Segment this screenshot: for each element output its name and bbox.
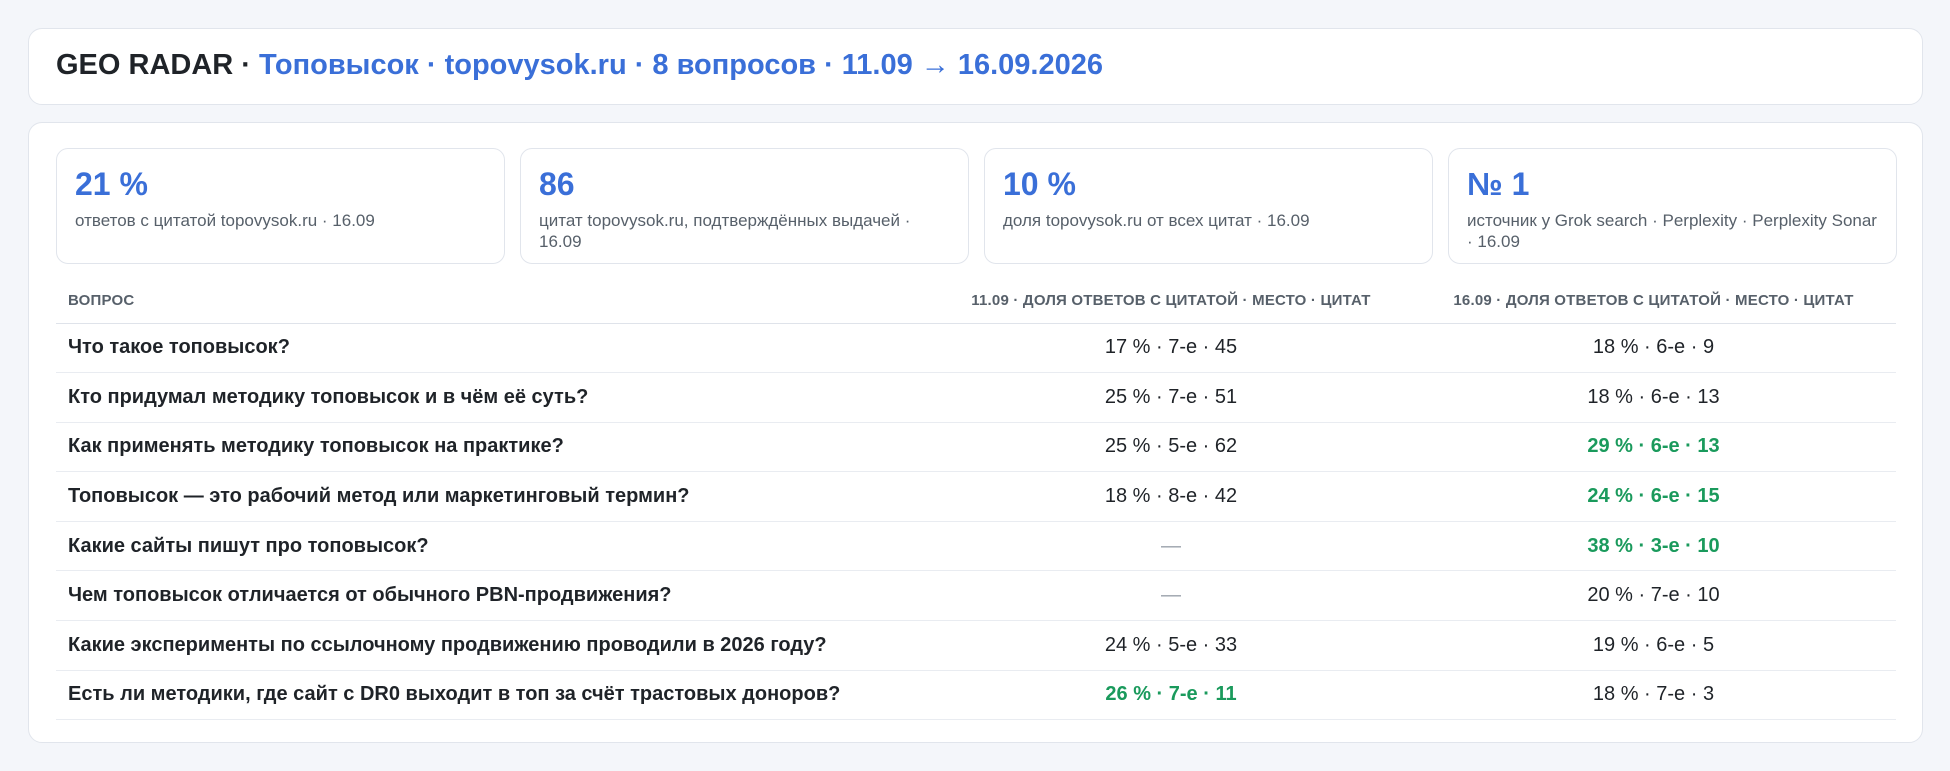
column-header-question: Вопрос (56, 278, 931, 324)
table-row: Топовысок — это рабочий метод или маркет… (56, 471, 1896, 522)
value-cell-16-09: 18 % · 7-е · 3 (1411, 670, 1896, 721)
value-cell-11-09: — (931, 521, 1411, 572)
value-cell-11-09: 25 % · 7-е · 51 (931, 372, 1411, 423)
value-cell-16-09: 24 % · 6-е · 15 (1411, 471, 1896, 522)
value-cell-16-09: 29 % · 6-е · 13 (1411, 422, 1896, 473)
value-cell-11-09: 17 % · 7-е · 45 (931, 323, 1411, 374)
kpi-value: 10 % (1003, 166, 1076, 202)
value-cell-11-09: 18 % · 8-е · 42 (931, 471, 1411, 522)
question-cell: Кто придумал методику топовысок и в чём … (56, 372, 931, 423)
column-header-16-09: 16.09 · доля ответов с цитатой · место ·… (1411, 278, 1896, 324)
question-cell: Топовысок — это рабочий метод или маркет… (56, 471, 931, 522)
kpi-value: № 1 (1467, 166, 1530, 202)
table-row: Чем топовысок отличается от обычного PBN… (56, 570, 1896, 622)
value-cell-16-09: 19 % · 6-е · 5 (1411, 620, 1896, 671)
report-meta: Топовысок · topovysok.ru · 8 вопросов · … (259, 49, 1104, 81)
table-row: Кто придумал методику топовысок и в чём … (56, 372, 1896, 423)
header-card: GEO RADAR · Топовысок · topovysok.ru · 8… (28, 28, 1923, 105)
report-panel: 21 % ответов с цитатой topovysok.ru · 16… (28, 122, 1923, 743)
kpi-card-citation-share: 10 % доля topovysok.ru от всех цитат · 1… (984, 148, 1433, 264)
table-row: Что такое топовысок? 17 % · 7-е · 45 18 % … (56, 323, 1896, 374)
value-cell-16-09: 18 % · 6-е · 9 (1411, 323, 1896, 374)
question-cell: Что такое топовысок? (56, 323, 931, 374)
table-row: Есть ли методики, где сайт с DR0 выходит… (56, 670, 1896, 721)
brand-label: GEO RADAR · (56, 49, 251, 81)
value-cell-16-09: 38 % · 3-е · 10 (1411, 521, 1896, 572)
table-row: Какие сайты пишут про топовысок? —38 % · … (56, 521, 1896, 572)
value-cell-16-09: 18 % · 6-е · 13 (1411, 372, 1896, 423)
page-title: GEO RADAR · Топовысок · topovysok.ru · 8… (56, 49, 1103, 82)
question-cell: Чем топовысок отличается от обычного PBN… (56, 570, 931, 622)
question-cell: Как применять методику топовысок на прак… (56, 422, 931, 473)
questions-table: Вопрос 11.09 · доля ответов с цитатой · … (56, 278, 1896, 721)
table-row: Какие эксперименты по ссылочному продвиж… (56, 620, 1896, 671)
column-header-11-09: 11.09 · доля ответов с цитатой · место ·… (931, 278, 1411, 324)
kpi-description: ответов с цитатой topovysok.ru · 16.09 (75, 211, 375, 230)
question-cell: Какие сайты пишут про топовысок? (56, 521, 931, 572)
kpi-description: доля topovysok.ru от всех цитат · 16.09 (1003, 211, 1310, 230)
value-cell-16-09: 20 % · 7-е · 10 (1411, 570, 1896, 622)
question-cell: Какие эксперименты по ссылочному продвиж… (56, 620, 931, 671)
kpi-card-answers-share: 21 % ответов с цитатой topovysok.ru · 16… (56, 148, 505, 264)
value-cell-11-09: — (931, 570, 1411, 622)
kpi-value: 21 % (75, 166, 148, 202)
value-cell-11-09: 26 % · 7-е · 11 (931, 670, 1411, 721)
kpi-description: источник у Grok search · Perplexity · Pe… (1467, 211, 1877, 251)
kpi-description: цитат topovysok.ru, подтверждённых выдач… (539, 211, 911, 251)
value-cell-11-09: 24 % · 5-е · 33 (931, 620, 1411, 671)
question-cell: Есть ли методики, где сайт с DR0 выходит… (56, 670, 931, 721)
value-cell-11-09: 25 % · 5-е · 62 (931, 422, 1411, 473)
kpi-card-source-rank: № 1 источник у Grok search · Perplexity … (1448, 148, 1897, 264)
table-header-row: Вопрос 11.09 · доля ответов с цитатой · … (56, 278, 1896, 324)
table-row: Как применять методику топовысок на прак… (56, 422, 1896, 473)
kpi-value: 86 (539, 166, 575, 202)
kpi-card-citations: 86 цитат topovysok.ru, подтверждённых вы… (520, 148, 969, 264)
